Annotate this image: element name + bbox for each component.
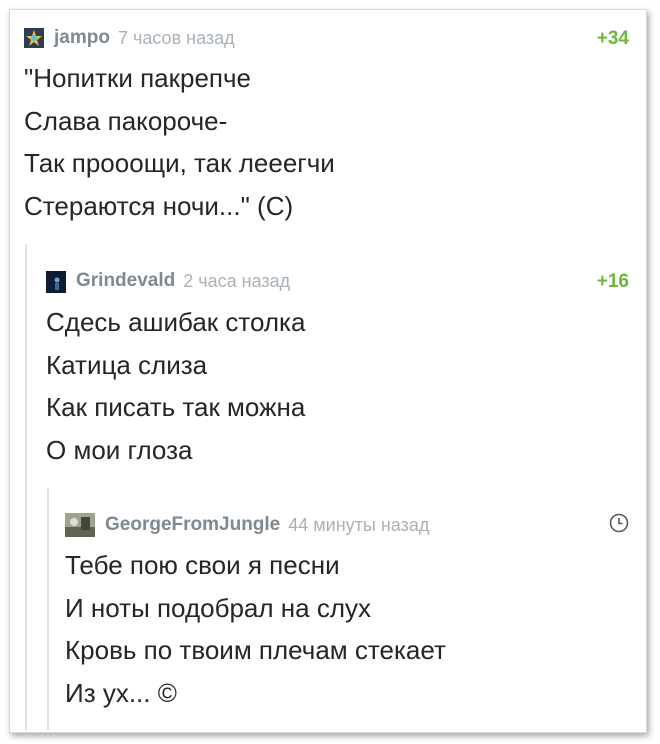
comment-line: И ноты подобрал на слух bbox=[65, 592, 371, 623]
comment-time[interactable]: 2 часа назад bbox=[183, 271, 290, 292]
comment-rating: +16 bbox=[596, 271, 629, 292]
comment-line: Как писать так можна bbox=[46, 392, 306, 422]
comment-time[interactable]: 7 часов назад bbox=[118, 28, 235, 49]
thread-line[interactable] bbox=[47, 488, 49, 730]
comment-line: Катица слиза bbox=[46, 349, 208, 380]
avatar-photo-icon bbox=[65, 513, 95, 537]
avatar-star-icon bbox=[24, 28, 44, 48]
clock-icon bbox=[609, 513, 629, 538]
avatar[interactable] bbox=[65, 513, 95, 537]
comment-text: Сдесь ашибак столка Катица слиза Как пис… bbox=[46, 301, 305, 471]
avatar[interactable] bbox=[24, 28, 44, 48]
comment-line: О мои глоза bbox=[46, 434, 193, 465]
comment-author[interactable]: jampo bbox=[54, 27, 110, 49]
comment-author[interactable]: Grindevald bbox=[76, 270, 175, 292]
comment-line: Слава пакороче- bbox=[24, 105, 228, 136]
comment-line: "Нопитки пакрепче bbox=[24, 63, 252, 93]
comment-line: Так прооощи, так лееегчи bbox=[24, 148, 335, 178]
thread-line[interactable] bbox=[25, 244, 27, 730]
comment-text: "Нопитки пакрепче Слава пакороче- Так пр… bbox=[24, 57, 335, 227]
avatar-dark-icon bbox=[46, 271, 66, 293]
avatar[interactable] bbox=[46, 271, 66, 293]
comment-line: Тебе пою свои я песни bbox=[65, 550, 340, 580]
comment-rating: +34 bbox=[596, 28, 629, 49]
comment-line: Сдесь ашибак столка bbox=[46, 307, 306, 337]
comment-text: Тебе пою свои я песни И ноты подобрал на… bbox=[65, 544, 446, 714]
comment-line: Из ух... © bbox=[65, 677, 177, 708]
comment-author[interactable]: GeorgeFromJungle bbox=[105, 514, 280, 536]
comment-line: Стераются ночи..." (С) bbox=[24, 190, 294, 221]
comment-line: Кровь по твоим плечам стекает bbox=[65, 635, 446, 665]
comment-time[interactable]: 44 минуты назад bbox=[288, 515, 429, 536]
comments-frame: jampo 7 часов назад +34 "Нопитки пакрепч… bbox=[9, 9, 647, 733]
